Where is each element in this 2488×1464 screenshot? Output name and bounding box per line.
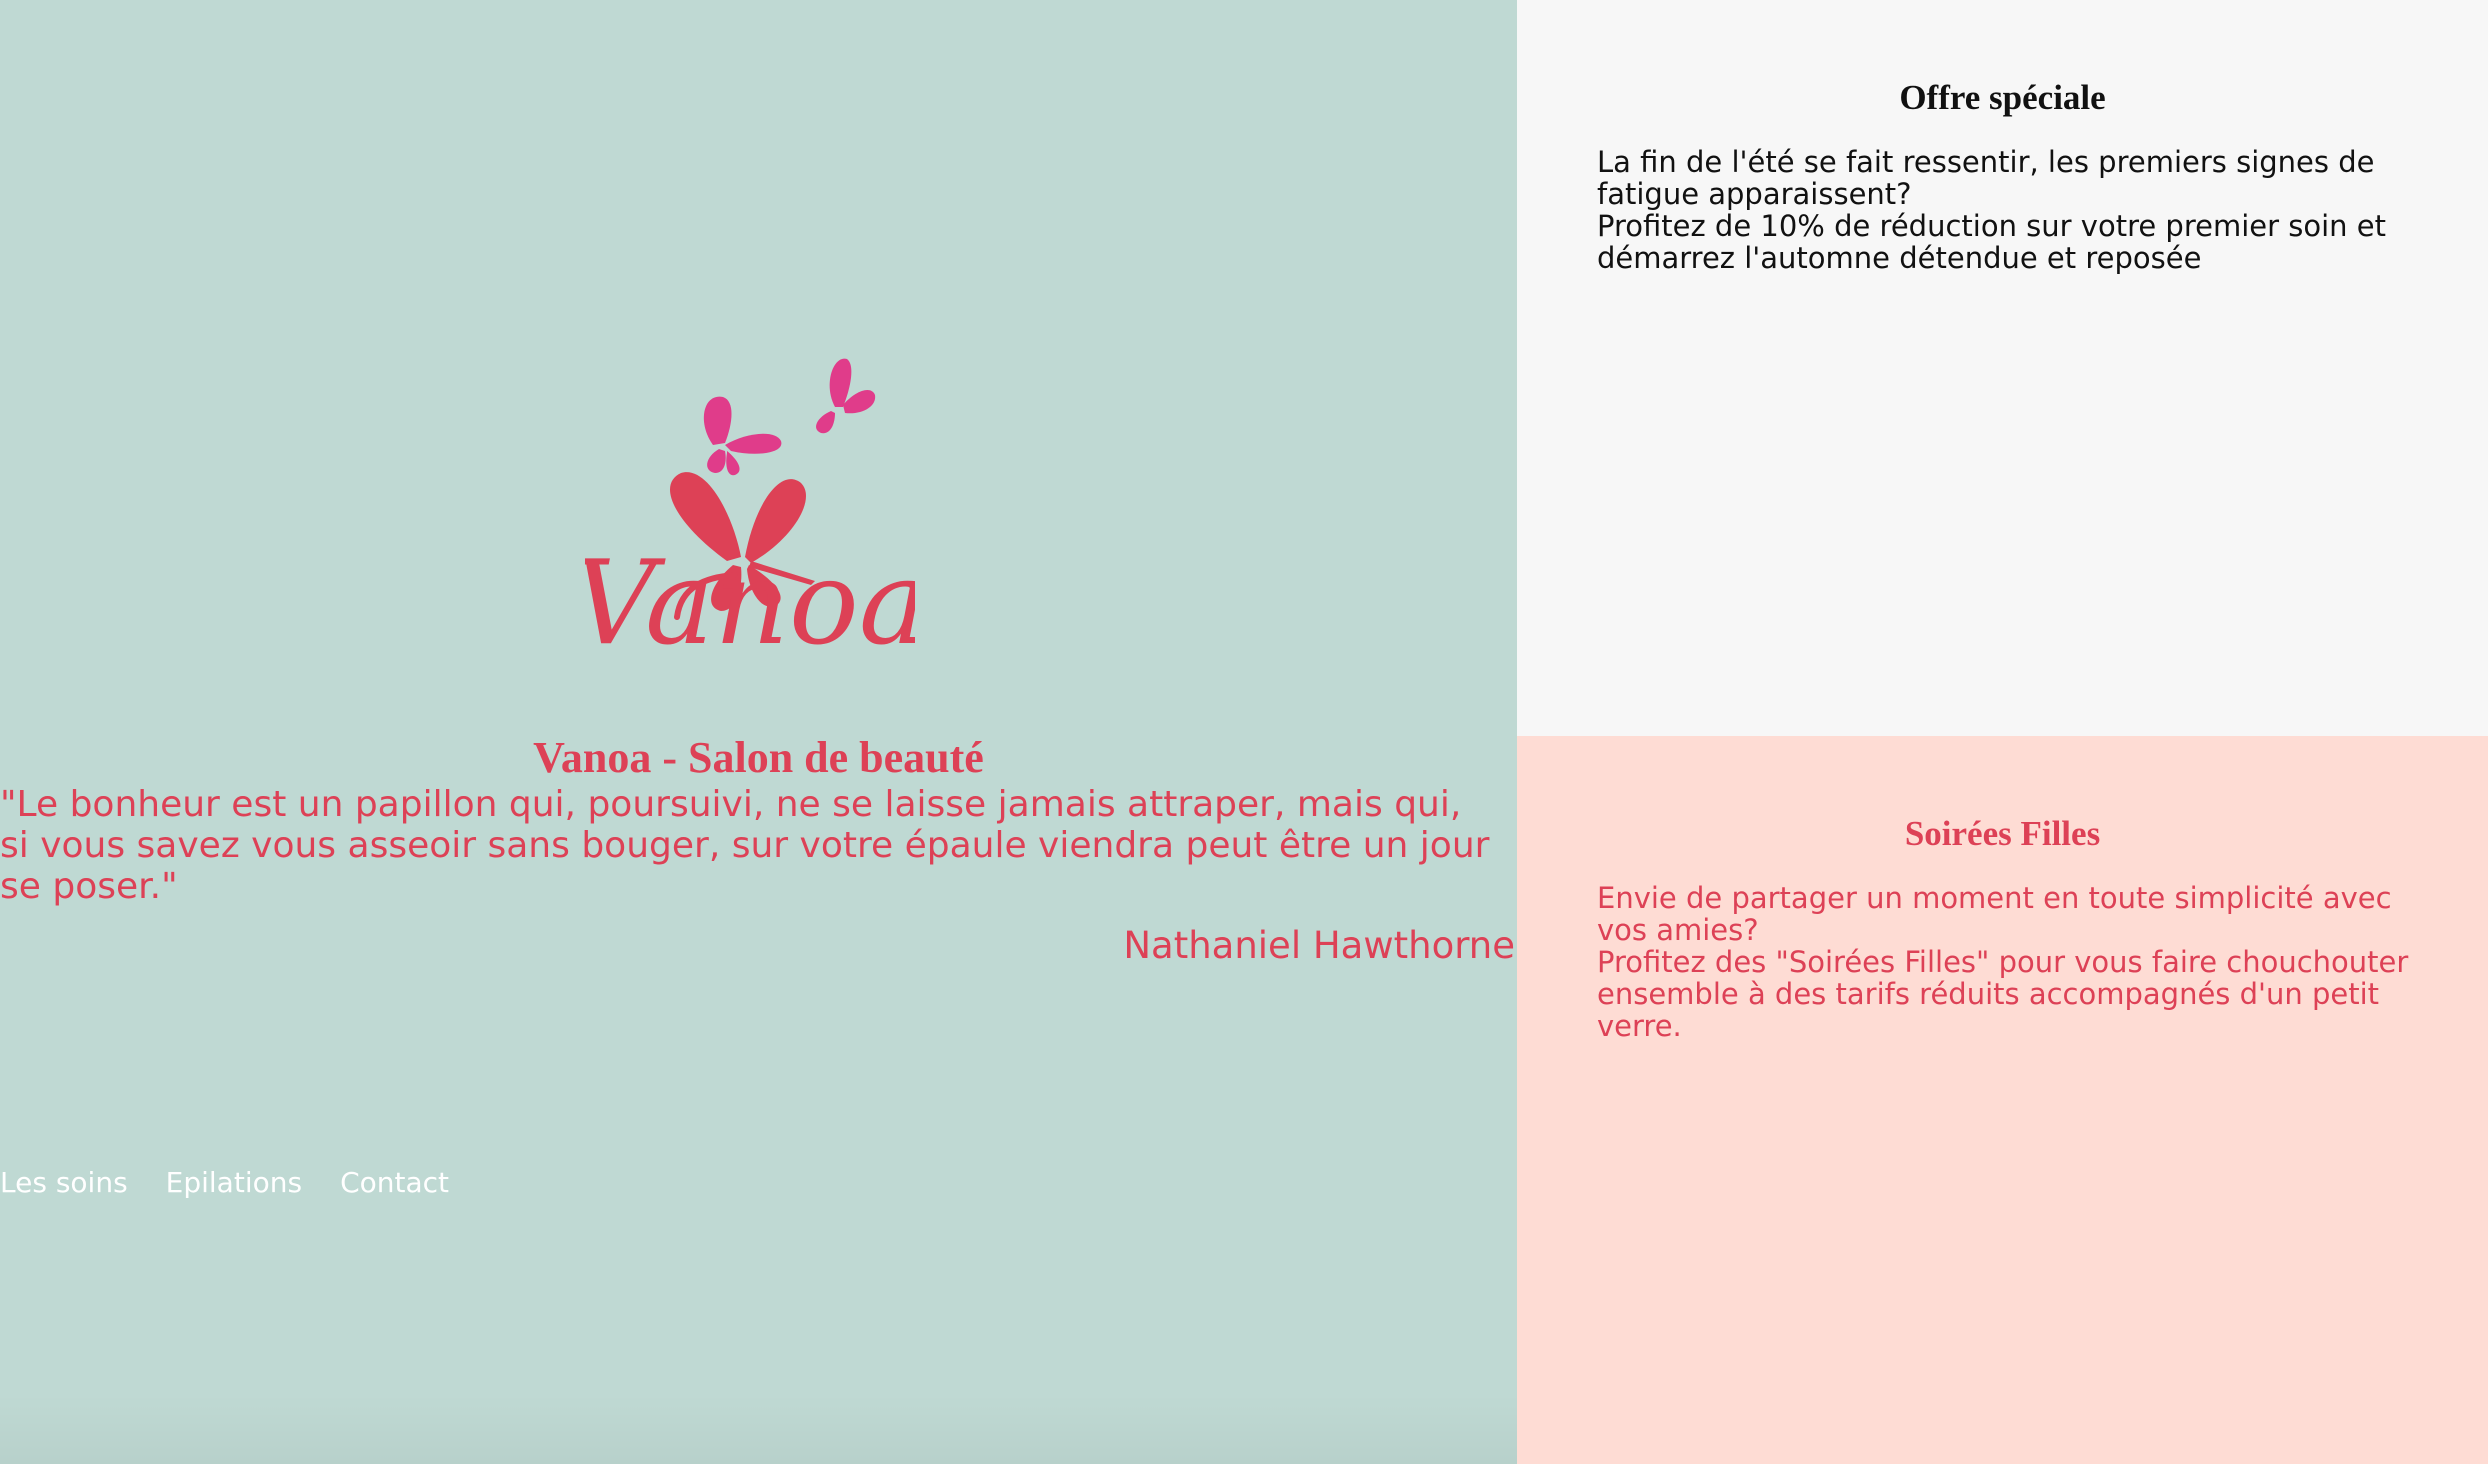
offer-title: Offre spéciale: [1899, 78, 2106, 117]
soirees-title: Soirées Filles: [1904, 814, 2101, 853]
hero-section: Vanoa Vanoa - Salon de beauté "Le bonheu…: [0, 0, 1517, 1464]
nav-link-epilations[interactable]: Epilations: [166, 1162, 302, 1204]
site-title: Vanoa - Salon de beauté: [533, 733, 984, 782]
soirees-text: Envie de partager un moment en toute sim…: [1597, 882, 2437, 1042]
hero-quote: "Le bonheur est un papillon qui, poursui…: [0, 784, 1490, 907]
offer-text: La fin de l'été se fait ressentir, les p…: [1597, 146, 2437, 274]
logo-wordmark: Vanoa: [585, 536, 915, 671]
nav-link-les-soins[interactable]: Les soins: [0, 1162, 128, 1204]
soirees-line: Profitez des "Soirées Filles" pour vous …: [1597, 945, 2409, 1043]
main-nav: Les soins Epilations Contact: [0, 1162, 449, 1204]
quote-author: Nathaniel Hawthorne: [1123, 924, 1515, 967]
nav-link-contact[interactable]: Contact: [340, 1162, 449, 1204]
soirees-line: Envie de partager un moment en toute sim…: [1597, 881, 2392, 947]
soirees-panel: Soirées Filles Envie de partager un mome…: [1517, 736, 2488, 1464]
butterfly-icon: [703, 396, 782, 476]
bottom-shadow: [0, 1394, 1517, 1464]
vanoa-logo: Vanoa: [585, 325, 915, 695]
offer-line: Profitez de 10% de réduction sur votre p…: [1597, 209, 2386, 275]
offer-panel: Offre spéciale La fin de l'été se fait r…: [1517, 0, 2488, 736]
butterfly-icon: [816, 358, 876, 434]
offer-line: La fin de l'été se fait ressentir, les p…: [1597, 145, 2375, 211]
